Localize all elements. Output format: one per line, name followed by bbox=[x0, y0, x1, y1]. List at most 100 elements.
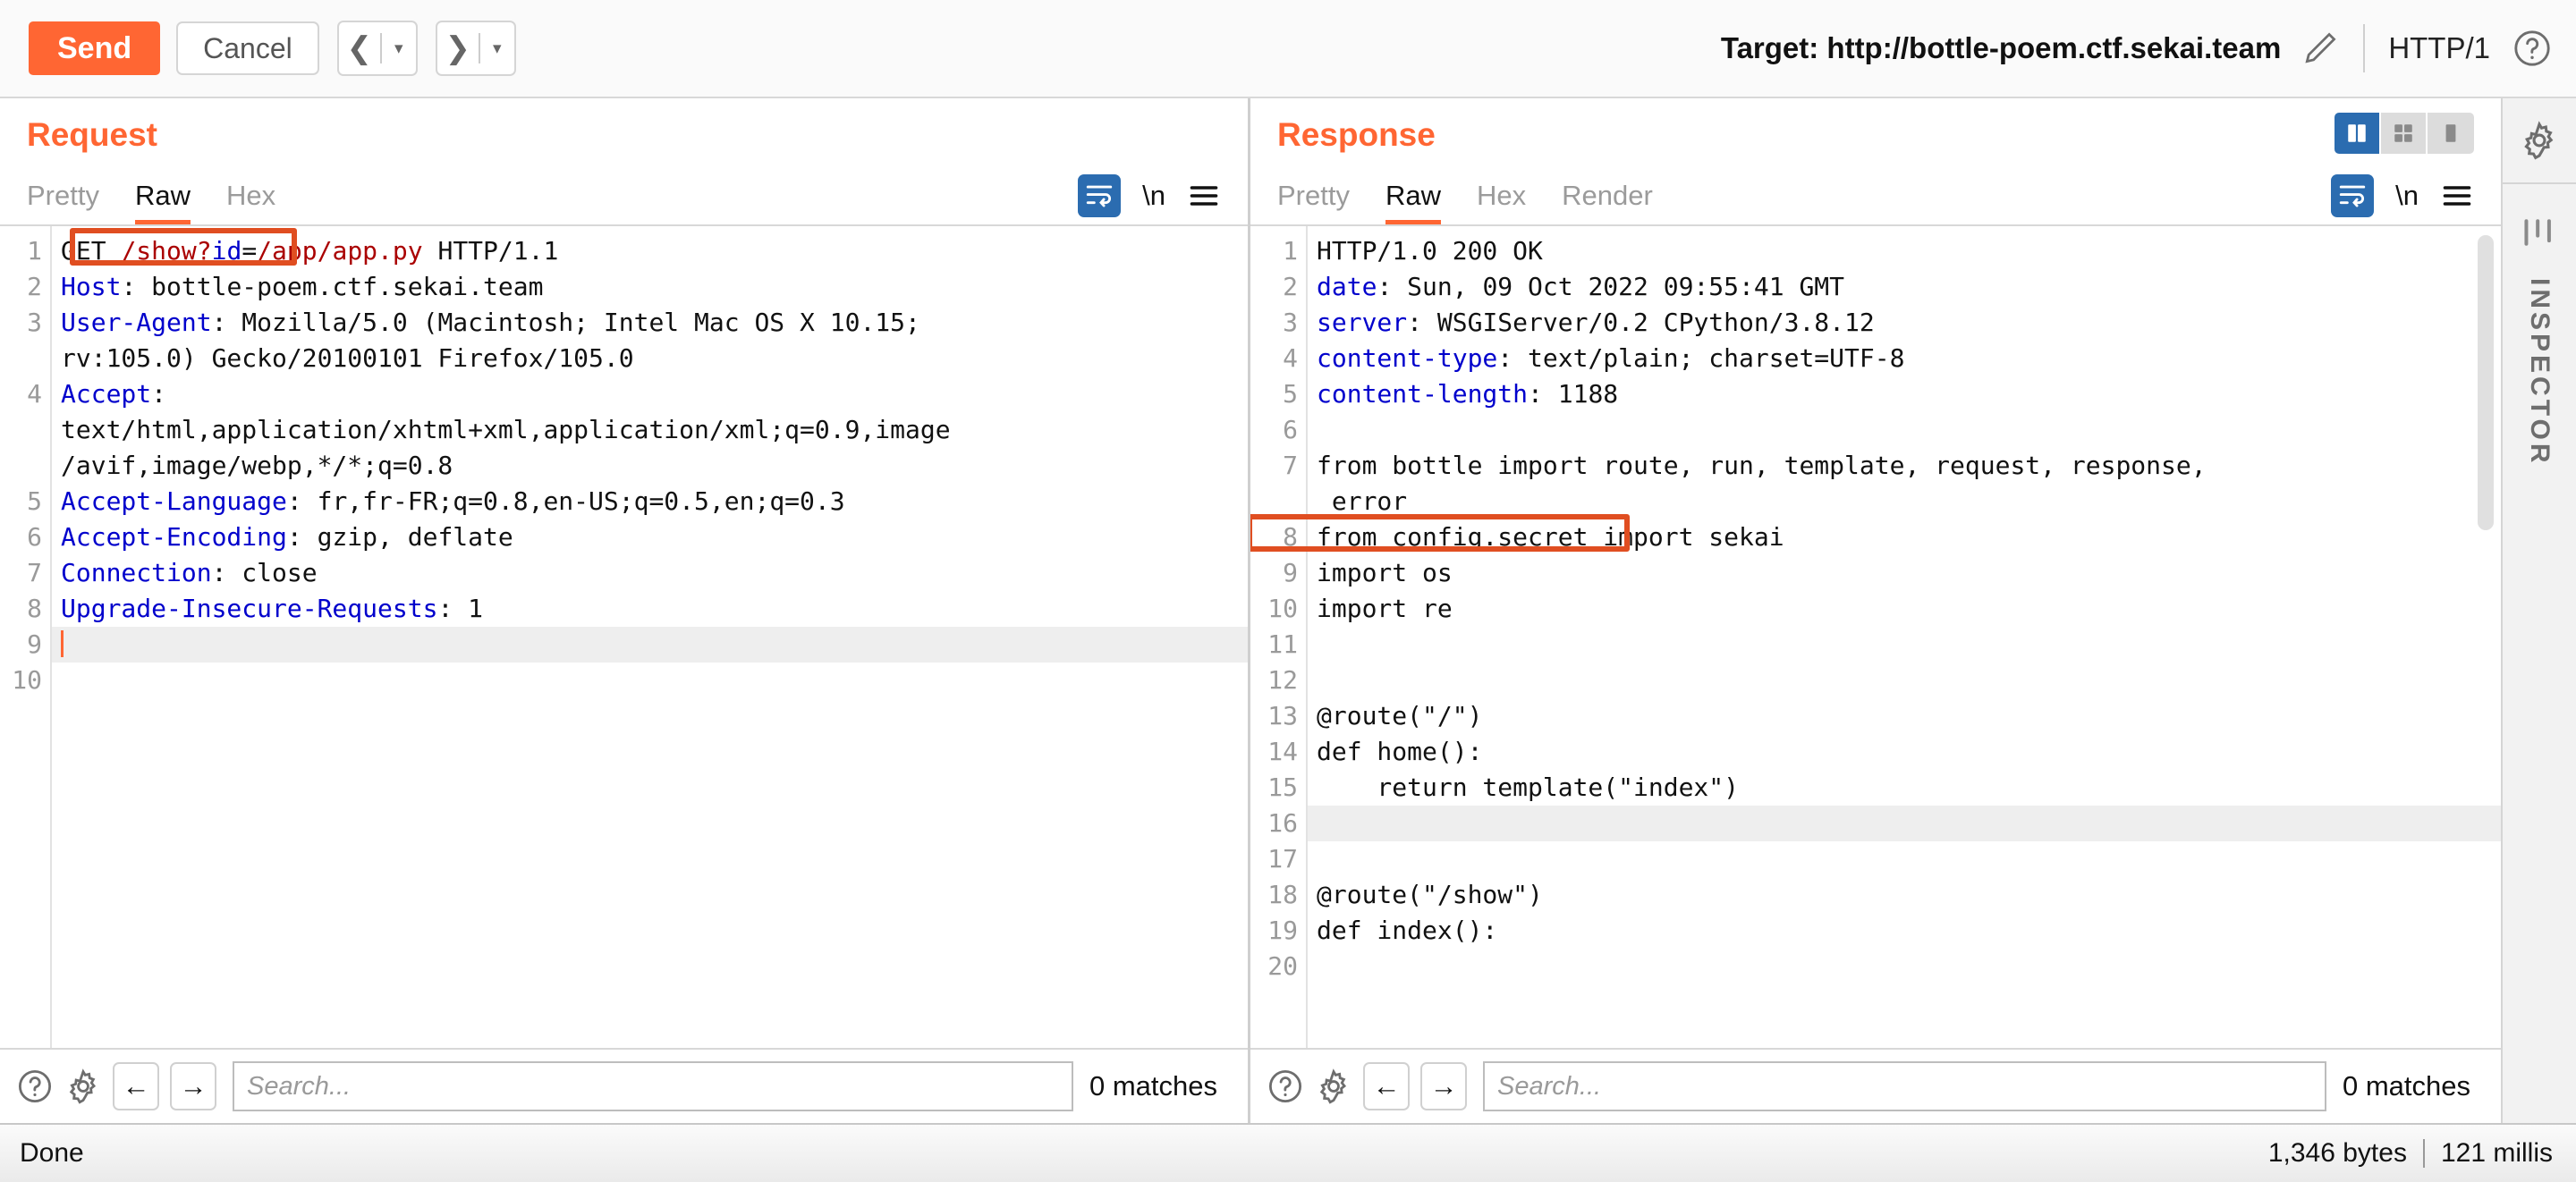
history-back-group[interactable]: ❮ ▾ bbox=[336, 21, 418, 76]
word-wrap-icon[interactable] bbox=[2331, 174, 2375, 217]
code-line[interactable]: from config.secret import sekai bbox=[1308, 519, 2501, 555]
code-line[interactable]: @route("/") bbox=[1308, 698, 2501, 734]
newline-toggle-icon[interactable]: \n bbox=[2395, 180, 2419, 212]
layout-split-vertical-icon[interactable] bbox=[2334, 113, 2381, 154]
layout-single-pane-icon[interactable] bbox=[2428, 113, 2474, 154]
tab-request-pretty[interactable]: Pretty bbox=[27, 182, 99, 224]
line-number: 7 bbox=[27, 558, 42, 587]
hamburger-menu-icon[interactable] bbox=[1187, 182, 1221, 209]
code-line[interactable]: return template("index") bbox=[1308, 770, 2501, 806]
main-body: Request Pretty Raw Hex \n 1 2 3 4 5 6 7 … bbox=[0, 98, 2576, 1123]
line-number: 8 bbox=[27, 594, 42, 623]
code-line[interactable]: import os bbox=[1308, 555, 2501, 591]
code-line[interactable]: def index(): bbox=[1308, 913, 2501, 949]
tab-response-hex[interactable]: Hex bbox=[1477, 182, 1526, 224]
code-line[interactable]: rv:105.0) Gecko/20100101 Firefox/105.0 bbox=[52, 341, 1248, 376]
response-code[interactable]: HTTP/1.0 200 OK date: Sun, 09 Oct 2022 09… bbox=[1306, 226, 2501, 1048]
line-number: 19 bbox=[1267, 916, 1298, 945]
tab-request-raw[interactable]: Raw bbox=[134, 182, 191, 224]
code-line[interactable]: def home(): bbox=[1308, 734, 2501, 770]
response-editor[interactable]: 1234567 8 9 10 11 12 13 14 15 16 17 18 19 20 HTTP/1.… bbox=[1250, 224, 2501, 1048]
hamburger-menu-icon[interactable] bbox=[2440, 182, 2474, 209]
inspector-settings-gear-icon[interactable] bbox=[2503, 98, 2576, 184]
code-line[interactable]: import re bbox=[1308, 591, 2501, 627]
response-tabs: Pretty Raw Hex Render \n bbox=[1277, 173, 2501, 224]
code-line[interactable]: Connection: close bbox=[52, 555, 1248, 591]
code-line[interactable]: error bbox=[1308, 484, 2501, 519]
code-line[interactable]: User-Agent: Mozilla/5.0 (Macintosh; Inte… bbox=[52, 305, 1248, 341]
code-line[interactable]: date: Sun, 09 Oct 2022 09:55:41 GMT bbox=[1308, 269, 2501, 305]
tab-response-pretty[interactable]: Pretty bbox=[1277, 182, 1350, 224]
request-tabs: Pretty Raw Hex \n bbox=[27, 173, 1248, 224]
code-line[interactable]: from bottle import route, run, template,… bbox=[1308, 448, 2501, 484]
search-next-button[interactable]: → bbox=[170, 1062, 216, 1110]
code-line[interactable]: Accept-Encoding: gzip, deflate bbox=[52, 519, 1248, 555]
layout-split-horizontal-icon[interactable] bbox=[2381, 113, 2428, 154]
search-settings-gear-icon[interactable] bbox=[1315, 1068, 1352, 1105]
line-number: 5 bbox=[27, 486, 42, 516]
pencil-icon[interactable] bbox=[2301, 29, 2340, 68]
code-line[interactable]: Accept-Language: fr,fr-FR;q=0.8,en-US;q=… bbox=[52, 484, 1248, 519]
response-title: Response bbox=[1277, 116, 1436, 153]
line-number: 3 bbox=[27, 308, 42, 337]
history-back-icon[interactable]: ❮ bbox=[339, 22, 380, 74]
code-line[interactable] bbox=[1308, 949, 2501, 984]
history-forward-icon[interactable]: ❯ bbox=[437, 22, 479, 74]
request-editor[interactable]: 1 2 3 4 5 6 7 8 9 10 GET /show?id=/app/app.py H… bbox=[0, 224, 1248, 1048]
code-line[interactable]: text/html,application/xhtml+xml,applicat… bbox=[52, 412, 1248, 448]
send-button[interactable]: Send bbox=[29, 21, 161, 75]
scrollbar-thumb[interactable] bbox=[2478, 235, 2494, 530]
code-line[interactable]: /avif,image/webp,*/*;q=0.8 bbox=[52, 448, 1248, 484]
line-number: 20 bbox=[1267, 951, 1298, 981]
line-number: 17 bbox=[1267, 844, 1298, 874]
request-tab-tools: \n bbox=[1078, 174, 1221, 224]
word-wrap-icon[interactable] bbox=[1078, 174, 1122, 217]
search-prev-button[interactable]: ← bbox=[1363, 1062, 1410, 1110]
code-line[interactable]: @route("/show") bbox=[1308, 877, 2501, 913]
history-forward-chevron-down-icon[interactable]: ▾ bbox=[480, 22, 514, 74]
code-line[interactable] bbox=[1308, 412, 2501, 448]
help-icon[interactable] bbox=[2512, 28, 2553, 69]
code-line[interactable] bbox=[1308, 841, 2501, 877]
response-scrollbar[interactable] bbox=[2478, 235, 2494, 1039]
code-line[interactable] bbox=[1308, 627, 2501, 663]
request-panel: Request Pretty Raw Hex \n 1 2 3 4 5 6 7 … bbox=[0, 98, 1248, 1123]
request-title: Request bbox=[27, 116, 157, 153]
line-number: 9 bbox=[1283, 558, 1298, 587]
code-line[interactable]: GET /show?id=/app/app.py HTTP/1.1 bbox=[52, 233, 1248, 269]
code-line[interactable]: Accept: bbox=[52, 376, 1248, 412]
code-line[interactable]: content-type: text/plain; charset=UTF-8 bbox=[1308, 341, 2501, 376]
code-line[interactable]: server: WSGIServer/0.2 CPython/3.8.12 bbox=[1308, 305, 2501, 341]
code-line[interactable] bbox=[1308, 806, 2501, 841]
search-settings-gear-icon[interactable] bbox=[64, 1068, 102, 1105]
line-number: 13 bbox=[1267, 701, 1298, 730]
divider bbox=[2422, 1139, 2425, 1168]
code-line[interactable]: Host: bottle-poem.ctf.sekai.team bbox=[52, 269, 1248, 305]
code-line[interactable]: content-length: 1188 bbox=[1308, 376, 2501, 412]
search-help-icon[interactable] bbox=[1267, 1068, 1304, 1105]
history-forward-group[interactable]: ❯ ▾ bbox=[435, 21, 516, 76]
code-line[interactable]: Upgrade-Insecure-Requests: 1 bbox=[52, 591, 1248, 627]
code-line[interactable] bbox=[1308, 663, 2501, 698]
layout-toggle-group bbox=[2334, 113, 2474, 154]
target-area: Target: http://bottle-poem.ctf.sekai.tea… bbox=[1721, 24, 2553, 72]
cancel-button[interactable]: Cancel bbox=[176, 21, 319, 75]
search-input[interactable] bbox=[233, 1061, 1073, 1111]
history-back-chevron-down-icon[interactable]: ▾ bbox=[382, 22, 416, 74]
search-input[interactable] bbox=[1483, 1061, 2326, 1111]
request-code[interactable]: GET /show?id=/app/app.py HTTP/1.1 Host: b… bbox=[50, 226, 1248, 1048]
tab-request-hex[interactable]: Hex bbox=[226, 182, 275, 224]
inspector-sliders-icon[interactable] bbox=[2520, 215, 2559, 255]
search-prev-button[interactable]: ← bbox=[113, 1062, 159, 1110]
tab-response-raw[interactable]: Raw bbox=[1385, 182, 1441, 224]
search-next-button[interactable]: → bbox=[1420, 1062, 1467, 1110]
tab-response-render[interactable]: Render bbox=[1562, 182, 1653, 224]
code-line[interactable]: HTTP/1.0 200 OK bbox=[1308, 233, 2501, 269]
search-match-count: 0 matches bbox=[2342, 1070, 2470, 1102]
newline-toggle-icon[interactable]: \n bbox=[1142, 180, 1165, 212]
code-line[interactable] bbox=[52, 663, 1248, 698]
code-line[interactable] bbox=[52, 627, 1248, 663]
response-header: Response Pretty Raw Hex Render \n bbox=[1250, 98, 2501, 224]
search-help-icon[interactable] bbox=[16, 1068, 54, 1105]
line-number bbox=[0, 341, 50, 376]
